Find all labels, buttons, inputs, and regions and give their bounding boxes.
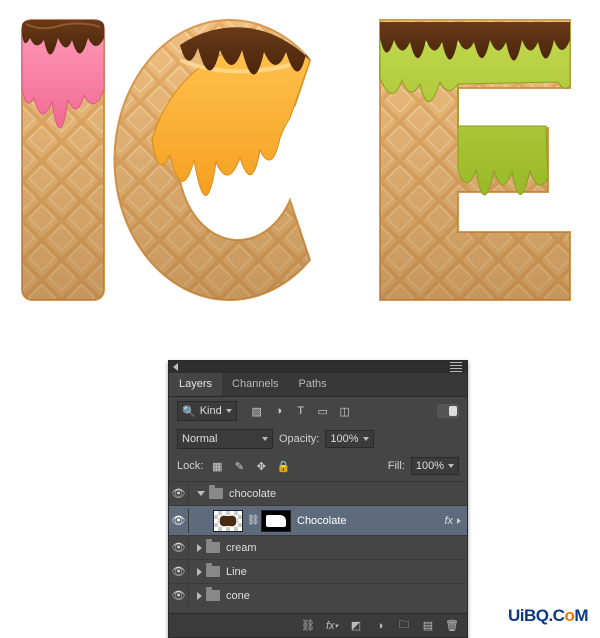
- fill-value: 100%: [416, 460, 444, 472]
- visibility-icon[interactable]: 👁: [169, 560, 189, 584]
- layer-thumbnail[interactable]: [213, 510, 243, 532]
- layers-panel: Layers Channels Paths 🔍 Kind ▧ ◑ T ▭ ◫ N…: [168, 360, 468, 638]
- disclosure-icon[interactable]: [197, 592, 202, 600]
- fx-badge[interactable]: fx: [444, 515, 457, 527]
- filter-toggle[interactable]: [437, 404, 459, 418]
- lock-icons: ▦ ✎ ✥ 🔒: [209, 458, 291, 474]
- watermark-b: o: [564, 606, 574, 625]
- adjustment-icon[interactable]: ◑: [373, 619, 387, 633]
- chevron-down-icon: [363, 437, 369, 441]
- filter-smart-icon[interactable]: ◫: [337, 403, 353, 419]
- folder-icon: [206, 542, 220, 553]
- visibility-icon[interactable]: 👁: [169, 482, 189, 506]
- lock-move-icon[interactable]: ✥: [253, 458, 269, 474]
- fx-disclose-icon[interactable]: [457, 518, 461, 524]
- opacity-input[interactable]: 100%: [325, 430, 373, 448]
- folder-icon: [206, 566, 220, 577]
- new-layer-icon[interactable]: ▤: [421, 619, 435, 633]
- lock-brush-icon[interactable]: ✎: [231, 458, 247, 474]
- fx-icon[interactable]: fx▾: [325, 619, 339, 633]
- disclosure-icon[interactable]: [197, 491, 205, 496]
- filter-icons: ▧ ◑ T ▭ ◫: [249, 403, 431, 419]
- lock-all-icon[interactable]: 🔒: [275, 458, 291, 474]
- visibility-icon[interactable]: 👁: [169, 536, 189, 560]
- link-layers-icon[interactable]: ⛓: [301, 619, 315, 633]
- panel-header: [169, 361, 467, 373]
- panel-footer: ⛓ fx▾ ◩ ◑ 🗀 ▤ 🗑: [169, 613, 467, 637]
- layer-name: cream: [226, 542, 257, 554]
- watermark: UiBQ.CoM: [508, 606, 588, 626]
- fill-input[interactable]: 100%: [411, 457, 459, 475]
- layer-group-line[interactable]: 👁 Line: [169, 559, 467, 583]
- visibility-icon[interactable]: 👁: [169, 584, 189, 608]
- watermark-a: UiBQ.C: [508, 606, 565, 625]
- filter-shape-icon[interactable]: ▭: [315, 403, 331, 419]
- folder-icon: [206, 590, 220, 601]
- chevron-down-icon: [262, 437, 268, 441]
- chevron-down-icon: [226, 409, 232, 413]
- layer-group-chocolate[interactable]: 👁 chocolate: [169, 481, 467, 505]
- mask-link-icon[interactable]: ⛓: [247, 515, 259, 526]
- blend-row: Normal Opacity: 100%: [169, 425, 467, 453]
- layer-name: Line: [226, 566, 247, 578]
- mask-icon[interactable]: ◩: [349, 619, 363, 633]
- layer-tree: 👁 chocolate 👁 ⛓ Chocolate fx 👁 cream 👁: [169, 479, 467, 613]
- opacity-label: Opacity:: [279, 433, 319, 445]
- search-icon: 🔍: [182, 405, 196, 418]
- new-group-icon[interactable]: 🗀: [397, 619, 411, 633]
- watermark-c: M: [574, 606, 588, 625]
- panel-tabs: Layers Channels Paths: [169, 373, 467, 397]
- disclosure-icon[interactable]: [197, 544, 202, 552]
- trash-icon[interactable]: 🗑: [445, 619, 459, 633]
- layer-name: chocolate: [229, 488, 276, 500]
- visibility-icon[interactable]: 👁: [169, 509, 189, 533]
- filter-kind-label: Kind: [200, 405, 222, 417]
- blend-mode-select[interactable]: Normal: [177, 429, 273, 449]
- blend-mode-value: Normal: [182, 433, 217, 445]
- collapse-panel-icon[interactable]: [173, 363, 178, 371]
- chevron-down-icon: [448, 464, 454, 468]
- layer-chocolate[interactable]: 👁 ⛓ Chocolate fx: [169, 505, 467, 535]
- filter-pixel-icon[interactable]: ▧: [249, 403, 265, 419]
- layer-group-cone[interactable]: 👁 cone: [169, 583, 467, 607]
- filter-type-icon[interactable]: T: [293, 403, 309, 419]
- artwork-canvas: [0, 0, 600, 330]
- filter-row: 🔍 Kind ▧ ◑ T ▭ ◫: [169, 397, 467, 425]
- lock-transparent-icon[interactable]: ▦: [209, 458, 225, 474]
- fill-label: Fill:: [388, 460, 405, 472]
- layer-name: Chocolate: [297, 515, 347, 527]
- lock-row: Lock: ▦ ✎ ✥ 🔒 Fill: 100%: [169, 453, 467, 479]
- tab-layers[interactable]: Layers: [169, 373, 222, 396]
- filter-adjust-icon[interactable]: ◑: [271, 403, 287, 419]
- disclosure-icon[interactable]: [197, 568, 202, 576]
- layer-mask-thumbnail[interactable]: [261, 510, 291, 532]
- opacity-value: 100%: [330, 433, 358, 445]
- lock-label: Lock:: [177, 460, 203, 472]
- panel-menu-icon[interactable]: [449, 361, 463, 373]
- tab-paths[interactable]: Paths: [289, 373, 337, 396]
- folder-icon: [209, 488, 223, 499]
- filter-kind-select[interactable]: 🔍 Kind: [177, 401, 237, 421]
- tab-channels[interactable]: Channels: [222, 373, 288, 396]
- layer-name: cone: [226, 590, 250, 602]
- layer-group-cream[interactable]: 👁 cream: [169, 535, 467, 559]
